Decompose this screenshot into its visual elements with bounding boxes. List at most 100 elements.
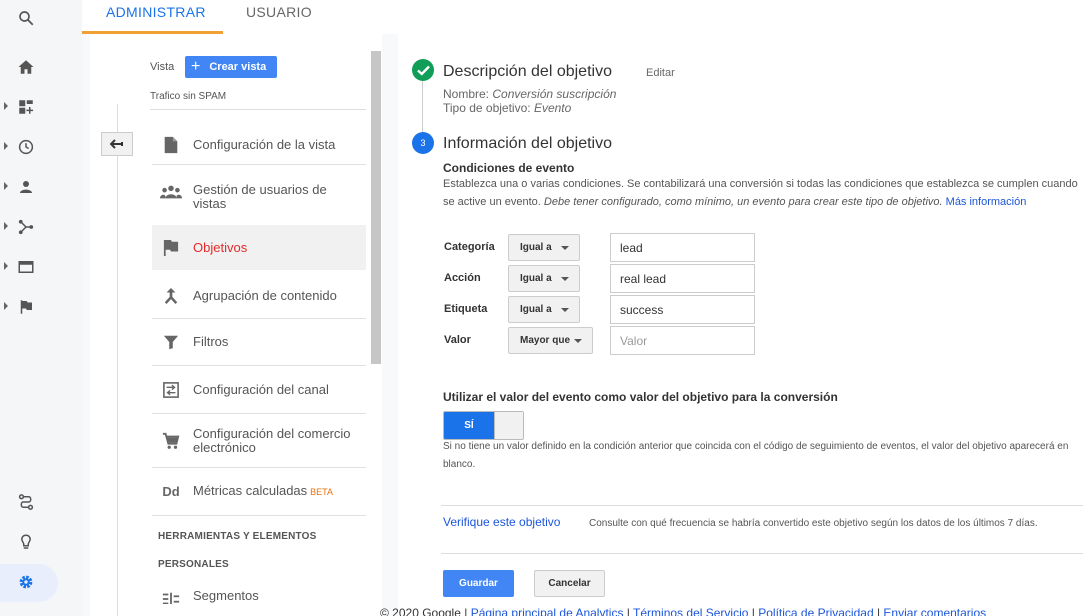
rail-audience[interactable] [0,173,82,201]
back-button[interactable] [101,132,133,156]
goal-name-label: Nombre: [443,87,490,101]
flag-icon [160,237,182,259]
section-heading: HERRAMIENTAS Y ELEMENTOS [158,531,317,542]
expand-caret-icon [4,222,8,230]
conditions-italic-text: Debe tener configurado, como mínimo, un … [543,196,943,208]
dropdown-arrow-icon [561,246,569,250]
operator-select-label[interactable]: Igual a [508,296,580,323]
divider [441,553,1083,554]
menu-calculated-metrics[interactable]: Dd Métricas calculadas BETA [152,469,366,514]
tab-admin[interactable]: ADMINISTRAR [106,4,206,20]
menu-label: Configuración del canal [193,381,329,397]
expand-caret-icon [4,302,8,310]
divider [152,365,366,366]
condition-input-value[interactable] [610,326,755,355]
more-info-link[interactable]: Más información [946,196,1027,208]
footer-link-privacy[interactable]: Política de Privacidad [758,606,873,616]
menu-goals[interactable]: Objetivos [152,225,366,270]
condition-input-category[interactable] [610,233,755,262]
rail-search[interactable] [0,4,82,32]
operator-select-value[interactable]: Mayor que [508,327,593,354]
menu-view-settings[interactable]: Configuración de la vista [152,126,366,163]
menu-label: Agrupación de contenido [193,287,337,303]
condition-input-label[interactable] [610,295,755,324]
goal-type-line: Tipo de objetivo: Evento [443,101,571,115]
dropdown-arrow-icon [574,339,582,343]
menu-label: Filtros [193,334,229,349]
search-icon [19,11,34,26]
operator-value: Igual a [520,242,552,253]
verify-goal-link[interactable]: Verifique este objetivo [443,515,560,529]
route-icon [18,494,34,510]
condition-input-action[interactable] [610,264,755,293]
plus-icon: + [191,58,201,75]
menu-user-management[interactable]: Gestión de usuarios de vistas [152,165,366,219]
rail-admin[interactable] [0,568,82,596]
lightbulb-icon [21,534,31,549]
menu-segments[interactable]: Segmentos [152,580,366,604]
person-icon [20,181,32,193]
operator-select-action[interactable]: Igual a [508,265,580,292]
create-view-button[interactable]: + Crear vista [185,56,277,78]
menu-content-grouping[interactable]: Agrupación de contenido [152,274,366,317]
goal-panel: Descripción del objetivo Editar Nombre: … [398,34,1087,616]
home-icon [18,60,34,74]
calculated-metric-icon: Dd [162,484,180,499]
cancel-button[interactable]: Cancelar [534,570,605,597]
menu-ecommerce[interactable]: Configuración del comercio electrónico [152,415,366,467]
menu-label: Objetivos [193,239,248,255]
display-icon [18,261,34,273]
divider [152,515,366,516]
menu-label-line2: electrónico [193,440,256,455]
footer-link-terms[interactable]: Términos del Servicio [633,606,748,616]
menu-filters[interactable]: Filtros [152,320,366,364]
scrollbar[interactable] [371,51,381,364]
footer-link-home[interactable]: Página principal de Analytics [471,606,624,616]
flag-icon [20,300,32,314]
operator-select-category[interactable]: Igual a [508,234,580,261]
check-icon [416,65,430,76]
rail-behavior[interactable] [0,253,82,281]
divider [152,318,366,319]
goal-details-title: Información del objetivo [443,135,612,152]
step-complete-badge [412,59,434,81]
save-button[interactable]: Guardar [443,570,514,597]
create-view-label: Crear vista [209,61,267,73]
menu-label: Configuración del comercio electrónico [193,427,351,455]
rail-discover[interactable] [0,528,82,556]
clock-icon [18,139,34,155]
left-rail [0,0,82,616]
tab-user[interactable]: USUARIO [246,4,312,20]
section-heading: PERSONALES [158,559,229,570]
goal-description-title: Descripción del objetivo [443,63,612,80]
people-icon [160,181,182,203]
view-label: Vista [150,61,175,73]
rail-conversions[interactable] [0,293,82,321]
edit-link[interactable]: Editar [646,67,675,79]
step-number-badge: 3 [412,132,434,154]
expand-caret-icon [4,262,8,270]
menu-channel-settings[interactable]: Configuración del canal [152,367,366,412]
menu-label: Gestión de usuarios de vistas [193,183,327,211]
event-conditions-description: Establezca una o varias condiciones. Se … [443,175,1083,211]
goal-name-value: Conversión suscripción [492,87,617,101]
view-selector[interactable]: Trafico sin SPAM [150,91,226,102]
rail-acquisition[interactable] [0,213,82,241]
cart-icon [160,430,182,452]
view-column: Vista + Crear vista Trafico sin SPAM Con… [90,34,382,616]
rail-attribution[interactable] [0,488,82,516]
arrow-back-icon [110,139,123,149]
rail-home[interactable] [0,53,82,81]
rail-customization[interactable] [0,93,82,121]
event-conditions-title: Condiciones de evento [443,161,575,175]
dropdown-arrow-icon [561,277,569,281]
use-event-value-toggle[interactable]: SÍ [443,411,524,440]
condition-label-label: Etiqueta [444,303,488,315]
toggle-knob [494,412,523,439]
goal-type-label: Tipo de objetivo: [443,101,531,115]
menu-label-line2: vistas [193,196,227,211]
rail-realtime[interactable] [0,133,82,161]
footer-link-feedback[interactable]: Enviar comentarios [883,606,986,616]
beta-badge: BETA [310,487,333,497]
operator-value: Igual a [520,304,552,315]
